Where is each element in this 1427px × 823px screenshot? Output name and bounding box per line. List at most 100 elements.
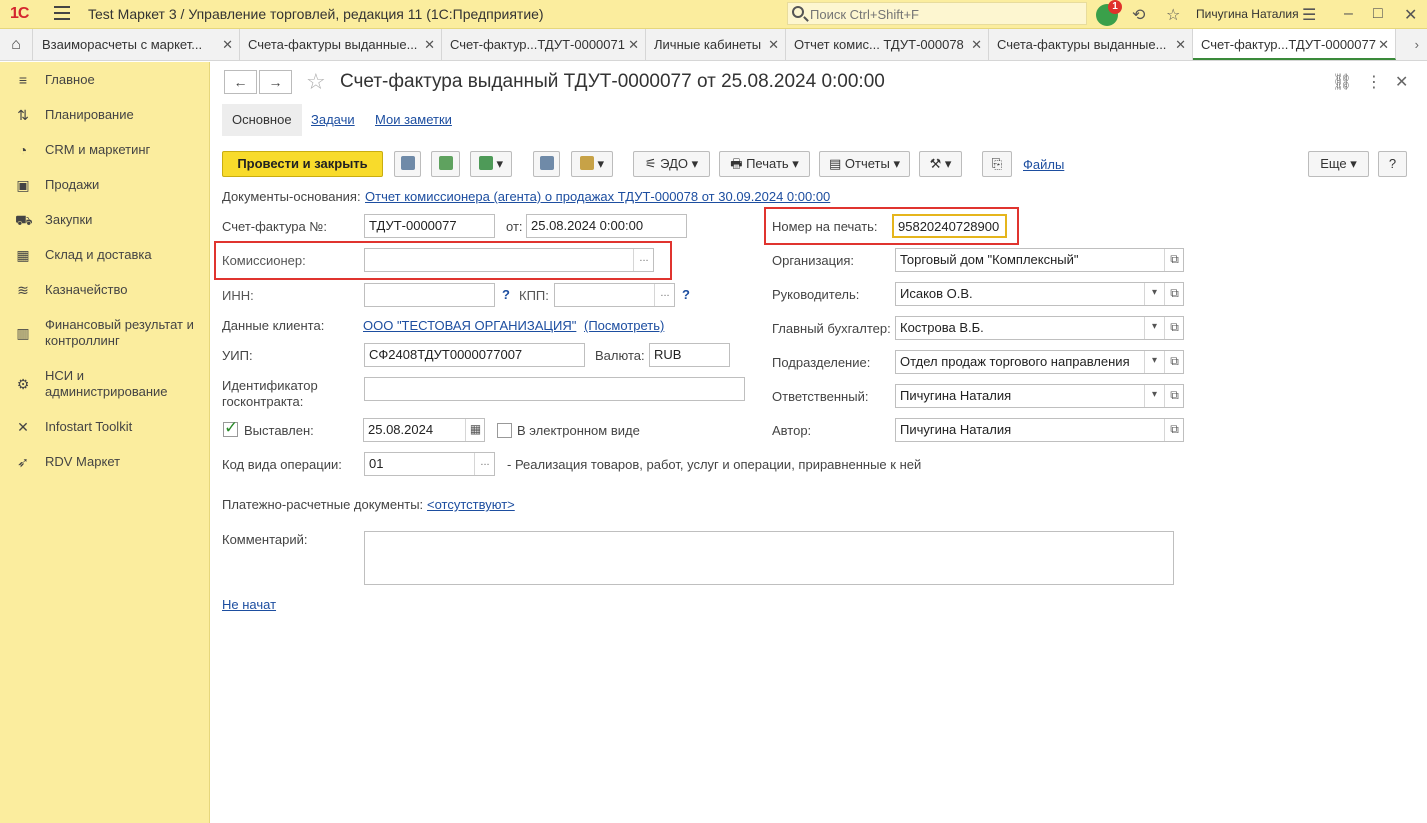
open-icon[interactable]: ⧉ (1164, 351, 1183, 373)
favorites-star-icon[interactable]: ☆ (1166, 5, 1180, 25)
issued-checkbox[interactable] (223, 418, 238, 438)
author-field[interactable]: Пичугина Наталия ⧉ (895, 418, 1184, 442)
tabs-more-icon[interactable]: › (1415, 29, 1419, 60)
chevron-down-icon[interactable]: ▾ (1144, 351, 1164, 373)
close-form-icon[interactable]: ✕ (1395, 72, 1408, 92)
tab-notes[interactable]: Мои заметки (375, 104, 452, 136)
open-icon[interactable]: ⧉ (1164, 385, 1183, 407)
close-tab-icon[interactable]: ✕ (1378, 29, 1389, 58)
gov-contract-field[interactable] (364, 377, 745, 401)
tab-1[interactable]: Счета-фактуры выданные... ✕ (240, 29, 442, 60)
structure-button[interactable]: ▾ (571, 151, 613, 177)
inn-help-icon[interactable]: ? (502, 287, 510, 302)
minimize-icon[interactable]: – (1344, 5, 1353, 23)
invoice-no-field[interactable]: ТДУТ-0000077 (364, 214, 495, 238)
org-field[interactable]: Торговый дом "Комплексный" ⧉ (895, 248, 1184, 272)
attach-button[interactable]: ⎘ (982, 151, 1012, 177)
create-based-button[interactable]: ▾ (470, 151, 512, 177)
link-icon[interactable]: ⛓ (1332, 72, 1352, 92)
global-search[interactable] (787, 2, 1087, 25)
close-tab-icon[interactable]: ✕ (768, 29, 779, 60)
comment-textarea[interactable] (364, 531, 1174, 585)
base-docs-link[interactable]: Отчет комиссионера (агента) о продажах Т… (365, 189, 830, 204)
open-icon[interactable]: ⧉ (1164, 317, 1183, 339)
close-window-icon[interactable]: ✕ (1404, 5, 1417, 25)
calendar-icon[interactable]: ▦ (465, 419, 484, 441)
close-tab-icon[interactable]: ✕ (1175, 29, 1186, 60)
reports-button[interactable]: ▤ Отчеты ▾ (819, 151, 910, 177)
open-tabs-bar: ⌂ Взаиморасчеты с маркет... ✕ Счета-факту… (0, 29, 1427, 61)
print-button[interactable]: 🖶 Печать ▾ (719, 151, 810, 177)
settings-lines-icon[interactable]: ☰ (1302, 5, 1316, 25)
client-view-link[interactable]: (Посмотреть) (584, 318, 664, 333)
tools-icon: ⚒ (929, 156, 942, 171)
post-and-close-button[interactable]: Провести и закрыть (222, 151, 383, 177)
close-tab-icon[interactable]: ✕ (222, 29, 233, 60)
issued-date-field[interactable]: 25.08.2024 ▦ (363, 418, 485, 442)
search-input[interactable] (810, 5, 1080, 23)
commissioner-label: Комиссионер: (222, 253, 306, 268)
open-icon[interactable]: ⧉ (1164, 419, 1183, 441)
more-button[interactable]: Еще ▾ (1308, 151, 1369, 177)
date-field[interactable]: 25.08.2024 0:00:00 (526, 214, 687, 238)
chevron-down-icon[interactable]: ▾ (1144, 385, 1164, 407)
responsible-field[interactable]: Пичугина Наталия ▾ ⧉ (895, 384, 1184, 408)
print-no-field[interactable]: 95820240728900 (892, 214, 1007, 238)
tab-5[interactable]: Счета-фактуры выданные... ✕ (989, 29, 1193, 60)
tab-0[interactable]: Взаиморасчеты с маркет... ✕ (34, 29, 240, 60)
status-link[interactable]: Не начат (222, 597, 276, 612)
chief-acc-field[interactable]: Кострова В.Б. ▾ ⧉ (895, 316, 1184, 340)
tab-6-active[interactable]: Счет-фактур...ТДУТ-0000077 ✕ (1193, 29, 1396, 60)
kpp-help-icon[interactable]: ? (682, 287, 690, 302)
client-link[interactable]: ООО "ТЕСТОВАЯ ОРГАНИЗАЦИЯ" (363, 318, 576, 333)
tab-4[interactable]: Отчет комис... ТДУТ-000078 ✕ (786, 29, 989, 60)
favorite-star-icon[interactable]: ☆ (306, 69, 326, 95)
search-icon (792, 6, 804, 18)
open-icon[interactable]: ⧉ (1164, 249, 1183, 271)
commissioner-field[interactable]: ... (364, 248, 654, 272)
tab-2[interactable]: Счет-фактур...ТДУТ-0000071 ✕ (442, 29, 646, 60)
user-name[interactable]: Пичугина Наталия (1196, 7, 1299, 21)
inn-field[interactable] (364, 283, 495, 307)
tab-tasks[interactable]: Задачи (311, 104, 355, 136)
more-vertical-icon[interactable]: ⋮ (1366, 72, 1382, 92)
back-button[interactable]: ← (224, 70, 257, 94)
journal-button[interactable] (533, 151, 560, 177)
chevron-down-icon[interactable]: ▾ (1144, 317, 1164, 339)
files-link[interactable]: Файлы (1023, 157, 1064, 172)
kpp-field[interactable]: ... (554, 283, 675, 307)
electronic-checkbox[interactable] (497, 423, 512, 438)
edo-button[interactable]: ⚟ ЭДО ▾ (633, 151, 710, 177)
chevron-down-icon[interactable]: ▾ (1144, 283, 1164, 305)
notifications-bell-icon[interactable]: 1 (1096, 0, 1122, 26)
open-icon[interactable]: ⧉ (1164, 283, 1183, 305)
close-tab-icon[interactable]: ✕ (424, 29, 435, 60)
head-field[interactable]: Исаков О.В. ▾ ⧉ (895, 282, 1184, 306)
gov-contract-label: Идентификатор госконтракта: (222, 378, 318, 409)
currency-field[interactable]: RUB (649, 343, 730, 367)
select-dots-icon[interactable]: ... (633, 249, 653, 271)
payment-docs-link[interactable]: <отсутствуют> (427, 497, 515, 512)
tab-main[interactable]: Основное (222, 104, 302, 136)
forward-button[interactable]: → (259, 70, 292, 94)
planning-icon: ⇅ (17, 107, 29, 123)
help-button[interactable]: ? (1378, 151, 1407, 177)
tab-label: Счет-фактур...ТДУТ-0000071 (450, 37, 625, 52)
shopping-bag-icon: ▣ (16, 177, 30, 193)
home-icon[interactable]: ⌂ (0, 29, 33, 60)
history-icon[interactable]: ⟲ (1132, 5, 1145, 25)
main-menu-icon[interactable] (54, 6, 70, 22)
save-button[interactable] (394, 151, 421, 177)
select-dots-icon[interactable]: ... (654, 284, 674, 306)
tools-button[interactable]: ⚒ ▾ (919, 151, 962, 177)
dept-field[interactable]: Отдел продаж торгового направления ▾ ⧉ (895, 350, 1184, 374)
maximize-icon[interactable]: □ (1373, 5, 1383, 23)
tab-3[interactable]: Личные кабинеты ✕ (646, 29, 786, 60)
uip-field[interactable]: СФ2408ТДУТ0000077007 (364, 343, 585, 367)
post-button[interactable] (431, 151, 460, 177)
op-code-field[interactable]: 01... (364, 452, 495, 476)
select-dots-icon[interactable]: ... (474, 453, 494, 475)
close-tab-icon[interactable]: ✕ (628, 29, 639, 60)
close-tab-icon[interactable]: ✕ (971, 29, 982, 60)
rocket-icon: ➶ (17, 454, 29, 470)
